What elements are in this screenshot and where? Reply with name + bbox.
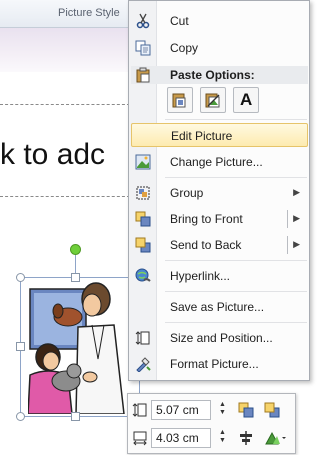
menu-item-group[interactable]: Group ▶ (131, 181, 308, 205)
paste-clipboard-icon (136, 67, 150, 83)
resize-handle-left[interactable] (16, 342, 25, 351)
menu-separator (165, 291, 307, 292)
paste-picture-icon (205, 93, 220, 108)
menu-item-label: Copy (170, 41, 199, 55)
paste-options-label: Paste Options: (170, 68, 255, 82)
submenu-arrow-icon[interactable]: ▶ (293, 239, 300, 250)
menu-separator (165, 260, 307, 261)
menu-item-label: Format Picture... (170, 357, 259, 371)
menu-item-copy[interactable]: Copy (131, 36, 308, 60)
menu-item-label: Send to Back (170, 238, 242, 252)
menu-item-label: Bring to Front (170, 212, 243, 226)
bring-to-front-icon (238, 402, 254, 418)
submenu-arrow-icon: ▶ (293, 187, 300, 197)
paste-text-only-icon: A (240, 90, 253, 109)
width-row: ▲▼ (128, 425, 297, 451)
send-backward-button[interactable] (262, 400, 282, 420)
send-to-back-icon (264, 402, 280, 418)
copy-icon (135, 40, 151, 56)
format-picture-icon (136, 357, 151, 372)
shape-height-input[interactable] (151, 400, 211, 420)
menu-item-hyperlink[interactable]: Hyperlink... (131, 264, 308, 288)
paste-picture-button[interactable] (200, 87, 226, 113)
menu-separator (165, 322, 307, 323)
menu-item-label: Save as Picture... (170, 300, 265, 314)
placeholder-border-bottom (0, 196, 130, 197)
menu-item-edit-picture[interactable]: Edit Picture (131, 123, 308, 147)
height-row: ▲▼ (128, 397, 297, 423)
mini-toolbar: ▲▼ ▲▼ (127, 393, 296, 454)
paste-keep-text-only-button[interactable]: A (233, 87, 259, 113)
menu-item-label: Size and Position... (170, 331, 273, 345)
menu-item-label: Group (170, 186, 204, 200)
shape-width-input[interactable] (151, 428, 211, 448)
rotate-dropdown-button[interactable] (262, 428, 288, 448)
align-button[interactable] (236, 428, 256, 448)
menu-separator (165, 119, 307, 120)
group-icon (136, 186, 150, 200)
size-position-icon (135, 331, 150, 345)
shape-width-icon (133, 431, 147, 446)
resize-handle-bottom[interactable] (71, 412, 80, 421)
menu-item-save-as-picture[interactable]: Save as Picture... (131, 295, 308, 319)
context-menu: Cut Copy Paste Options: A Edit Picture C… (128, 0, 310, 381)
menu-item-size-and-position[interactable]: Size and Position... (131, 326, 308, 350)
bring-to-front-icon (135, 211, 151, 227)
paste-use-destination-theme-button[interactable] (167, 87, 193, 113)
menu-item-send-to-back[interactable]: Send to Back ▶ (131, 233, 308, 257)
scissors-icon (136, 13, 150, 29)
placeholder-border-top (0, 104, 130, 105)
hyperlink-icon (135, 268, 151, 282)
align-icon (240, 431, 252, 445)
rotate-icon (265, 431, 286, 445)
menu-item-change-picture[interactable]: Change Picture... (131, 150, 308, 174)
rotate-handle[interactable] (70, 244, 81, 255)
paste-options-header: Paste Options: (131, 66, 308, 84)
shape-height-icon (132, 403, 147, 417)
picture-selection-frame (20, 277, 140, 417)
menu-item-label: Hyperlink... (170, 269, 231, 283)
paste-destination-icon (172, 93, 186, 108)
menu-separator (165, 177, 307, 178)
resize-handle-top[interactable] (71, 273, 80, 282)
resize-handle-top-left[interactable] (16, 273, 25, 282)
split-divider (287, 210, 288, 228)
menu-item-label: Edit Picture (171, 129, 233, 143)
resize-handle-bottom-left[interactable] (16, 412, 25, 421)
menu-item-cut[interactable]: Cut (131, 9, 308, 33)
submenu-arrow-icon[interactable]: ▶ (293, 213, 300, 224)
height-spinner[interactable]: ▲ ▼ (218, 401, 227, 419)
bring-forward-button[interactable] (236, 400, 256, 420)
change-picture-icon (135, 154, 151, 170)
menu-item-label: Change Picture... (170, 155, 263, 169)
menu-item-label: Cut (170, 14, 189, 28)
menu-item-bring-to-front[interactable]: Bring to Front ▶ (131, 207, 308, 231)
send-to-back-icon (135, 237, 151, 253)
menu-item-format-picture[interactable]: Format Picture... (131, 352, 308, 376)
width-spinner[interactable]: ▲ ▼ (218, 429, 227, 447)
split-divider (287, 236, 288, 254)
